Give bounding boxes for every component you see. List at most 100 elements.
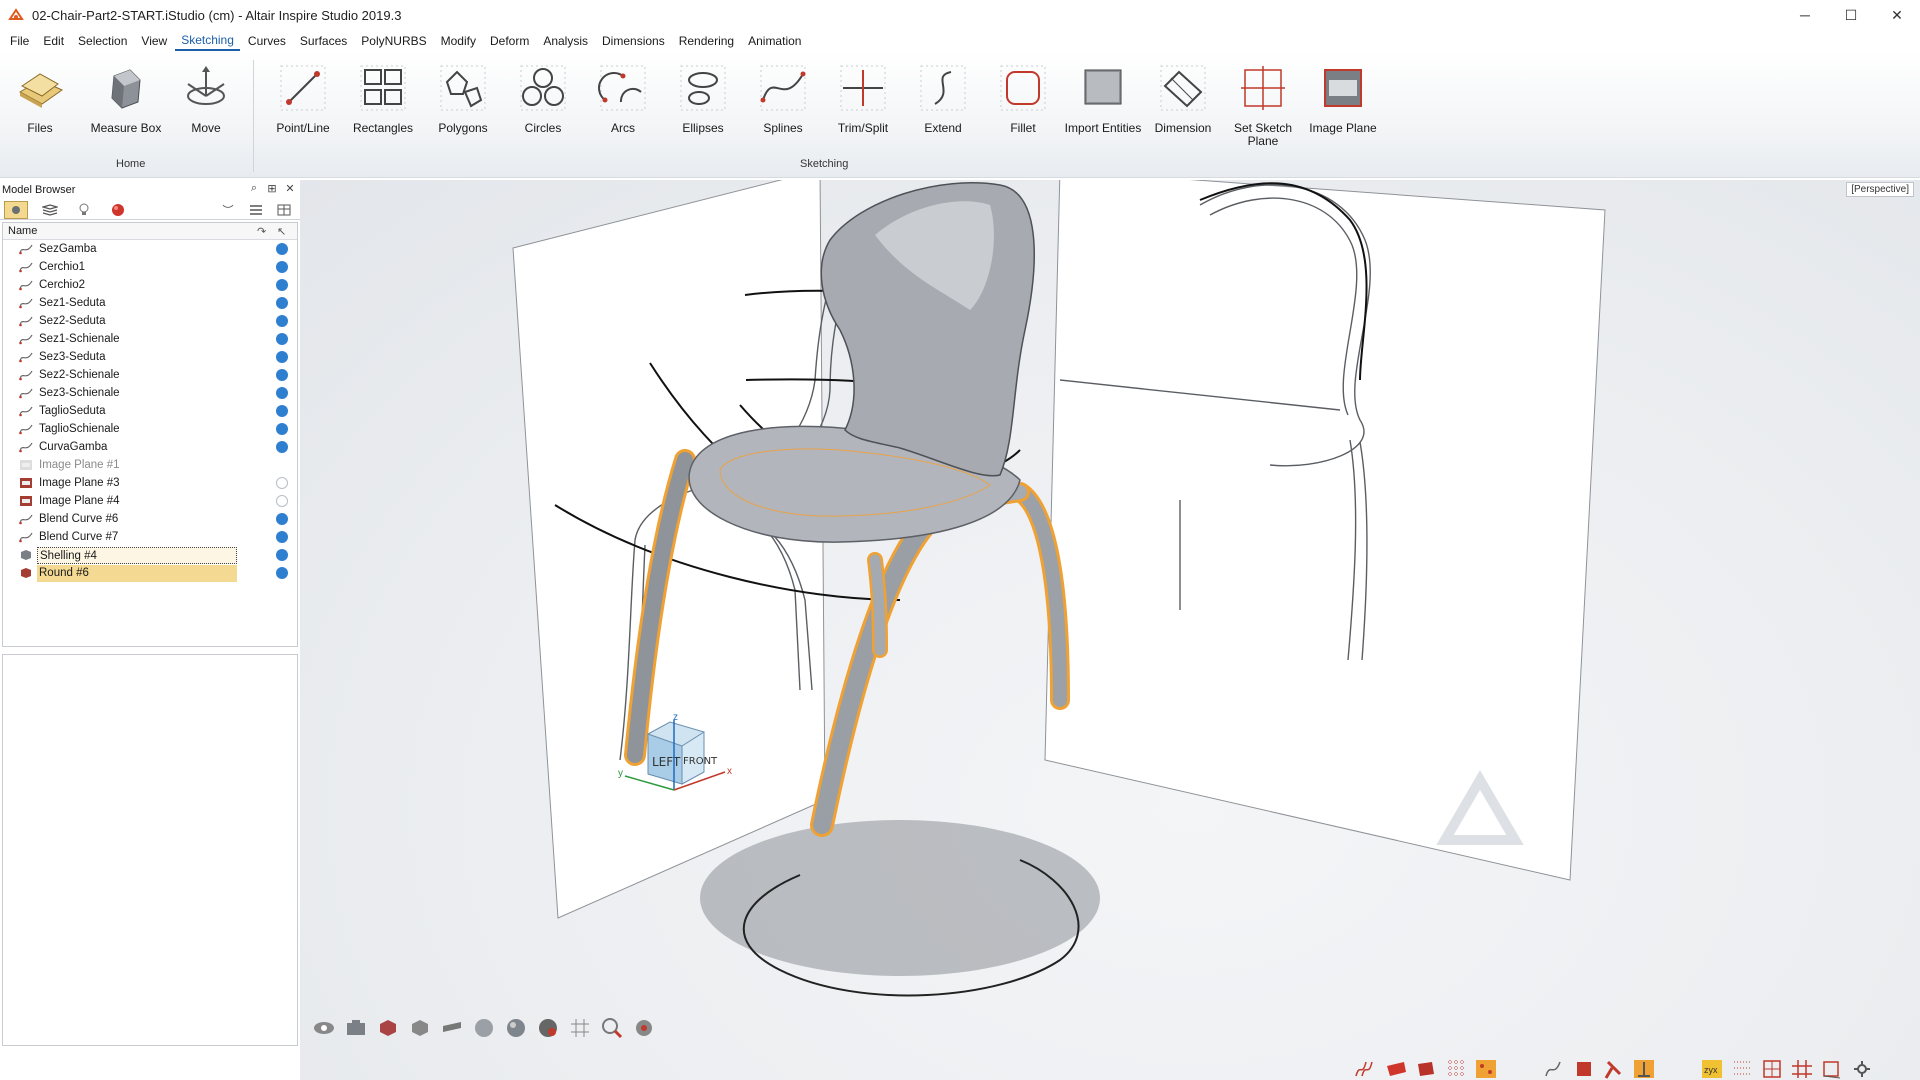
menu-curves[interactable]: Curves bbox=[242, 32, 292, 50]
menu-polynurbs[interactable]: PolyNURBS bbox=[355, 32, 432, 50]
tree-row[interactable]: Sez3-Seduta bbox=[3, 348, 297, 366]
visible-check-icon[interactable] bbox=[276, 531, 288, 543]
view-tool-cube-icon[interactable] bbox=[408, 1016, 432, 1040]
status-hash-grid-icon[interactable] bbox=[1790, 1058, 1814, 1080]
menu-analysis[interactable]: Analysis bbox=[537, 32, 594, 50]
visible-check-icon[interactable] bbox=[276, 369, 288, 381]
image-plane-button[interactable]: Image Plane bbox=[1303, 62, 1383, 135]
tree-row[interactable]: Sez1-Seduta bbox=[3, 294, 297, 312]
list-view-icon[interactable] bbox=[244, 201, 268, 219]
ellipses-button[interactable]: Ellipses bbox=[663, 62, 743, 135]
visible-check-icon[interactable] bbox=[276, 333, 288, 345]
collapse-icon[interactable]: ︶ bbox=[216, 201, 240, 219]
visible-check-icon[interactable] bbox=[276, 297, 288, 309]
tree-row[interactable]: TaglioSchienale bbox=[3, 420, 297, 438]
3d-viewport[interactable]: [Perspective] LEFT FRONT z x y bbox=[300, 180, 1920, 1080]
menu-surfaces[interactable]: Surfaces bbox=[294, 32, 353, 50]
view-tool-zoom-icon[interactable] bbox=[600, 1016, 624, 1040]
view-tool-eye-icon[interactable] bbox=[312, 1016, 336, 1040]
import-entities-button[interactable]: Import Entities bbox=[1063, 62, 1143, 135]
name-column-header[interactable]: Name bbox=[8, 225, 257, 237]
status-pin-tool-icon[interactable] bbox=[1602, 1058, 1626, 1080]
tree-row[interactable]: Image Plane #1 bbox=[3, 456, 297, 474]
minimize-button[interactable]: ─ bbox=[1782, 0, 1828, 30]
close-button[interactable]: ✕ bbox=[1874, 0, 1920, 30]
status-snap-grid-icon[interactable] bbox=[1444, 1058, 1468, 1080]
arcs-button[interactable]: Arcs bbox=[583, 62, 663, 135]
hidden-circle-icon[interactable] bbox=[276, 477, 288, 489]
close-panel-icon[interactable]: ✕ bbox=[282, 182, 298, 198]
grid-view-icon[interactable] bbox=[272, 201, 296, 219]
dimension-button[interactable]: Dimension bbox=[1143, 62, 1223, 135]
menu-view[interactable]: View bbox=[135, 32, 173, 50]
layers-icon[interactable] bbox=[38, 201, 62, 219]
trim-split-button[interactable]: Trim/Split bbox=[823, 62, 903, 135]
view-tool-section-icon[interactable] bbox=[440, 1016, 464, 1040]
splines-button[interactable]: Splines bbox=[743, 62, 823, 135]
view-tool-environment-icon[interactable] bbox=[504, 1016, 528, 1040]
tree-row[interactable]: TaglioSeduta bbox=[3, 402, 297, 420]
measure-box-button[interactable]: Measure Box bbox=[86, 62, 166, 135]
polygons-button[interactable]: Polygons bbox=[423, 62, 503, 135]
menu-selection[interactable]: Selection bbox=[72, 32, 133, 50]
visible-check-icon[interactable] bbox=[276, 351, 288, 363]
tree-row[interactable]: Blend Curve #6 bbox=[3, 510, 297, 528]
menu-rendering[interactable]: Rendering bbox=[673, 32, 740, 50]
set-sketch-plane-button[interactable]: Set Sketch Plane bbox=[1223, 62, 1303, 148]
fillet-button[interactable]: Fillet bbox=[983, 62, 1063, 135]
status-snap-face-icon[interactable] bbox=[1414, 1058, 1438, 1080]
view-tool-camera-icon[interactable] bbox=[344, 1016, 368, 1040]
tree-row[interactable]: Sez2-Seduta bbox=[3, 312, 297, 330]
status-solid-tool-icon[interactable] bbox=[1572, 1058, 1596, 1080]
pointer-icon[interactable]: ↖ bbox=[277, 225, 297, 238]
search-icon[interactable]: ⌕ bbox=[246, 182, 262, 198]
tree-row[interactable]: CurvaGamba bbox=[3, 438, 297, 456]
menu-dimensions[interactable]: Dimensions bbox=[596, 32, 671, 50]
tree-row[interactable]: Image Plane #4 bbox=[3, 492, 297, 510]
files-button[interactable]: Files bbox=[0, 62, 80, 135]
lightbulb-icon[interactable] bbox=[72, 201, 96, 219]
status-xyz-icon[interactable]: zyx bbox=[1700, 1058, 1724, 1080]
hidden-circle-icon[interactable] bbox=[276, 495, 288, 507]
rectangles-button[interactable]: Rectangles bbox=[343, 62, 423, 135]
status-settings-icon[interactable] bbox=[1850, 1058, 1874, 1080]
view-tool-material-icon[interactable] bbox=[536, 1016, 560, 1040]
tree-row[interactable]: Image Plane #3 bbox=[3, 474, 297, 492]
menu-edit[interactable]: Edit bbox=[37, 32, 70, 50]
menu-sketching[interactable]: Sketching bbox=[175, 31, 240, 51]
visible-check-icon[interactable] bbox=[276, 387, 288, 399]
visible-check-icon[interactable] bbox=[276, 441, 288, 453]
menu-file[interactable]: File bbox=[4, 32, 35, 50]
status-measure-tool-icon[interactable] bbox=[1632, 1058, 1656, 1080]
binoculars-icon[interactable]: ⊞ bbox=[264, 182, 280, 198]
menu-animation[interactable]: Animation bbox=[742, 32, 807, 50]
visible-check-icon[interactable] bbox=[276, 567, 288, 579]
tree-row[interactable]: Cerchio2 bbox=[3, 276, 297, 294]
status-snap-surface-icon[interactable] bbox=[1384, 1058, 1408, 1080]
maximize-button[interactable]: ☐ bbox=[1828, 0, 1874, 30]
status-snap-points-icon[interactable] bbox=[1474, 1058, 1498, 1080]
visible-check-icon[interactable] bbox=[276, 513, 288, 525]
material-icon[interactable] bbox=[106, 201, 130, 219]
visible-check-icon[interactable] bbox=[276, 549, 288, 561]
visible-check-icon[interactable] bbox=[276, 261, 288, 273]
link-icon[interactable]: ↷ bbox=[257, 225, 277, 238]
filter-objects-icon[interactable] bbox=[4, 200, 28, 219]
status-layout-icon[interactable] bbox=[1760, 1058, 1784, 1080]
tree-row[interactable]: SezGamba bbox=[3, 240, 297, 258]
tree-row[interactable]: Sez1-Schienale bbox=[3, 330, 297, 348]
status-snap-curves-icon[interactable] bbox=[1352, 1058, 1376, 1080]
circles-button[interactable]: Circles bbox=[503, 62, 583, 135]
tree-row[interactable]: Shelling #4 bbox=[3, 546, 297, 564]
status-plane-icon[interactable] bbox=[1820, 1058, 1844, 1080]
menu-modify[interactable]: Modify bbox=[435, 32, 482, 50]
view-tool-globe-icon[interactable] bbox=[472, 1016, 496, 1040]
visible-check-icon[interactable] bbox=[276, 315, 288, 327]
tree-row[interactable]: Cerchio1 bbox=[3, 258, 297, 276]
extend-button[interactable]: Extend bbox=[903, 62, 983, 135]
status-curve-tool-icon[interactable] bbox=[1542, 1058, 1566, 1080]
tree-row[interactable]: Sez2-Schienale bbox=[3, 366, 297, 384]
move-button[interactable]: Move bbox=[166, 62, 246, 135]
point-line-button[interactable]: Point/Line bbox=[263, 62, 343, 135]
visible-check-icon[interactable] bbox=[276, 405, 288, 417]
